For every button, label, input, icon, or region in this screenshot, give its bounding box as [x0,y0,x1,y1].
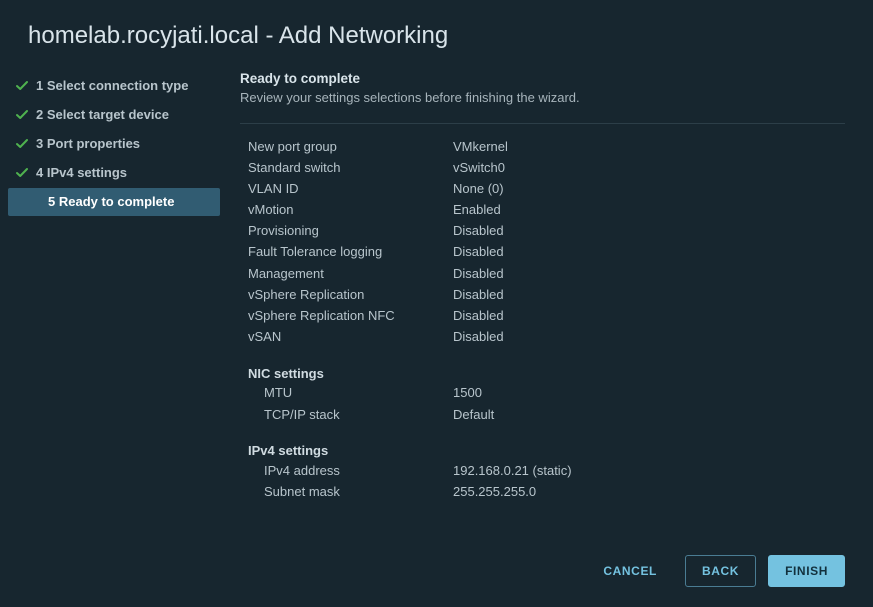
nic-section-heading: NIC settings [248,362,845,383]
review-key: Fault Tolerance logging [248,243,453,261]
review-value: 255.255.255.0 [453,483,845,501]
content-subtitle: Review your settings selections before f… [240,90,845,105]
review-row: vSANDisabled [248,327,845,348]
back-button[interactable]: BACK [685,555,756,587]
checkmark-icon [16,80,30,92]
review-row: ManagementDisabled [248,263,845,284]
review-key: VLAN ID [248,180,453,198]
step-label: 2 Select target device [30,107,169,124]
content-title: Ready to complete [240,71,845,86]
review-panel: New port groupVMkernel Standard switchvS… [240,124,845,503]
review-value: Disabled [453,286,845,304]
step-label: 3 Port properties [30,136,140,153]
review-row: Fault Tolerance loggingDisabled [248,242,845,263]
wizard-dialog: homelab.rocyjati.local - Add Networking … [0,0,873,607]
review-row: VLAN IDNone (0) [248,178,845,199]
review-key: Provisioning [248,222,453,240]
review-key: Subnet mask [248,483,453,501]
checkmark-icon [16,167,30,179]
review-value: 1500 [453,384,845,402]
review-key: vSphere Replication NFC [248,307,453,325]
review-row: ProvisioningDisabled [248,221,845,242]
review-key: New port group [248,138,453,156]
review-key: IPv4 address [248,462,453,480]
review-value: vSwitch0 [453,159,845,177]
step-label: 4 IPv4 settings [30,165,127,182]
review-key: TCP/IP stack [248,406,453,424]
step-label: 1 Select connection type [30,78,188,95]
wizard-steps: 1 Select connection type 2 Select target… [0,68,230,539]
finish-button[interactable]: FINISH [768,555,845,587]
review-key: vSAN [248,328,453,346]
review-value: VMkernel [453,138,845,156]
content-header: Ready to complete Review your settings s… [240,68,845,115]
review-value: None (0) [453,180,845,198]
step-ipv4-settings[interactable]: 4 IPv4 settings [8,159,230,188]
review-key: Management [248,265,453,283]
step-label: 5 Ready to complete [30,194,174,211]
review-value: Disabled [453,222,845,240]
ipv4-section-heading: IPv4 settings [248,439,845,460]
checkmark-icon [16,138,30,150]
review-value: Disabled [453,328,845,346]
step-ready-complete[interactable]: 5 Ready to complete [8,188,220,217]
review-row: MTU1500 [248,383,845,404]
review-key: vSphere Replication [248,286,453,304]
review-key: vMotion [248,201,453,219]
review-row: vMotionEnabled [248,200,845,221]
review-value: Disabled [453,307,845,325]
review-row: vSphere Replication NFCDisabled [248,306,845,327]
step-connection-type[interactable]: 1 Select connection type [8,72,230,101]
checkmark-icon [16,109,30,121]
review-row: vSphere ReplicationDisabled [248,284,845,305]
review-row: IPv4 address192.168.0.21 (static) [248,460,845,481]
review-value: Enabled [453,201,845,219]
review-row: TCP/IP stackDefault [248,404,845,425]
review-key: MTU [248,384,453,402]
dialog-title: homelab.rocyjati.local - Add Networking [0,0,873,68]
wizard-content: Ready to complete Review your settings s… [230,68,873,539]
step-target-device[interactable]: 2 Select target device [8,101,230,130]
review-value: Default [453,406,845,424]
review-row: New port groupVMkernel [248,136,845,157]
step-port-properties[interactable]: 3 Port properties [8,130,230,159]
dialog-body: 1 Select connection type 2 Select target… [0,68,873,539]
review-key: Standard switch [248,159,453,177]
review-row: Standard switchvSwitch0 [248,157,845,178]
review-row: Subnet mask255.255.255.0 [248,481,845,502]
review-value: 192.168.0.21 (static) [453,462,845,480]
review-value: Disabled [453,265,845,283]
cancel-button[interactable]: CANCEL [587,556,673,586]
dialog-footer: CANCEL BACK FINISH [0,539,873,607]
review-value: Disabled [453,243,845,261]
